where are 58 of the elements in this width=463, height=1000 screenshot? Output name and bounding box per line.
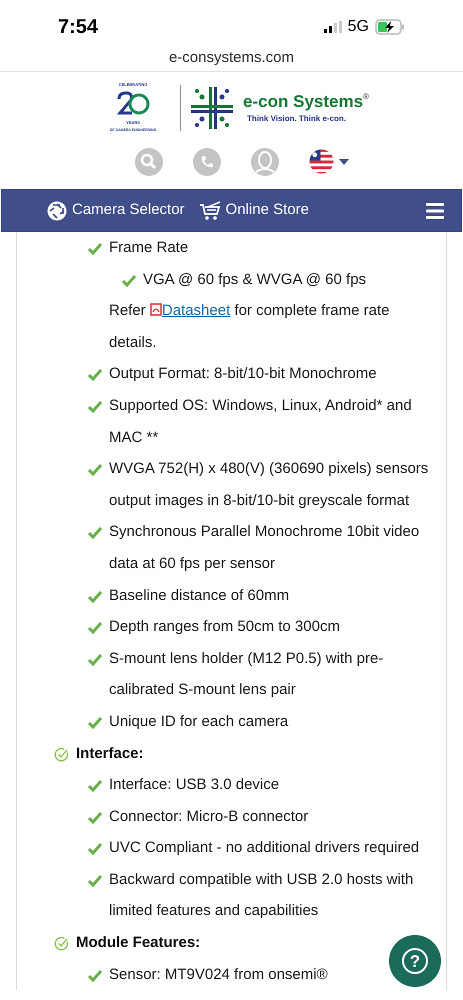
check-icon bbox=[88, 527, 102, 540]
check-icon bbox=[88, 780, 102, 792]
nav-link[interactable]: Online Store bbox=[198, 199, 309, 222]
check-circle-icon bbox=[54, 746, 69, 762]
clock-time: 7:54 bbox=[58, 14, 98, 40]
pdf-icon bbox=[150, 303, 162, 316]
check-icon bbox=[88, 716, 102, 729]
check-icon bbox=[88, 812, 102, 824]
signal-icon bbox=[324, 20, 342, 32]
caret-icon bbox=[338, 158, 348, 164]
feature-text: Backward compatible with USB 2.0 hosts with limited features and capabilities bbox=[109, 870, 414, 922]
cart-icon bbox=[198, 200, 221, 220]
check-icon bbox=[88, 843, 102, 856]
check-icon bbox=[88, 369, 102, 382]
feature-text: Output Format: 8-bit/10-bit Monochrome bbox=[109, 364, 377, 384]
help-button[interactable]: ? bbox=[389, 935, 441, 987]
brand-tagline: Think Vision. Think e-con. bbox=[246, 112, 348, 125]
search-icon[interactable] bbox=[134, 148, 162, 176]
check-icon bbox=[88, 590, 102, 603]
feature-text: Baseline distance of 60mm bbox=[109, 586, 290, 606]
check-circle-icon bbox=[54, 936, 69, 952]
network-label: 5G bbox=[348, 16, 369, 36]
section-heading: Module Features: bbox=[76, 933, 200, 954]
flag-icon bbox=[308, 149, 334, 174]
nav-link[interactable]: Camera Selector bbox=[47, 199, 185, 222]
feature-text: Depth ranges from 50cm to 300cm bbox=[109, 617, 340, 638]
check-icon bbox=[88, 874, 102, 887]
twenty-icon bbox=[116, 91, 150, 118]
feature-text: S-mount lens holder (M12 P0.5) with pre-calibrated S-mount lens pair bbox=[109, 648, 384, 700]
user-icon[interactable] bbox=[250, 148, 278, 176]
feature-text: VGA @ 60 fps & WVGA @ 60 fps bbox=[143, 270, 366, 290]
brand-name: e-con Systems bbox=[243, 91, 364, 113]
check-icon bbox=[88, 400, 102, 413]
note-text: Refer Datasheet for complete frame rate details. bbox=[109, 301, 390, 353]
menu-icon[interactable] bbox=[426, 202, 444, 218]
url-text[interactable]: e-consystems.com bbox=[168, 46, 294, 70]
language-dropdown[interactable] bbox=[308, 149, 348, 174]
feature-text: Supported OS: Windows, Linux, Android* and MAC ** bbox=[109, 396, 413, 448]
phone-icon[interactable] bbox=[192, 148, 220, 176]
check-icon bbox=[88, 464, 102, 476]
check-icon bbox=[88, 622, 102, 634]
feature-text: Sensor: MT9V024 from onsemi® bbox=[109, 964, 328, 985]
feature-text: WVGA 752(H) x 480(V) (360690 pixels) sensors output images in 8-bit/10-bit greyscale format bbox=[109, 459, 430, 511]
check-icon bbox=[88, 654, 102, 666]
brand-mark-icon bbox=[189, 85, 236, 131]
datasheet-link[interactable]: Datasheet bbox=[162, 302, 230, 320]
check-icon bbox=[88, 243, 102, 255]
check-icon bbox=[88, 970, 102, 982]
section-heading: Interface: bbox=[76, 744, 144, 764]
check-icon bbox=[122, 274, 136, 287]
feature-text: Connector: Micro-B connector bbox=[109, 806, 308, 827]
battery-charging-icon bbox=[375, 18, 405, 34]
feature-text: Interface: USB 3.0 device bbox=[109, 775, 280, 796]
feature-text: Unique ID for each camera bbox=[109, 712, 288, 732]
feature-text: UVC Compliant - no additional drivers required bbox=[109, 838, 420, 858]
registered-mark: ® bbox=[363, 91, 369, 104]
feature-text: Frame Rate bbox=[109, 238, 188, 258]
feature-text: Synchronous Parallel Monochrome 10bit video data at 60 fps per sensor bbox=[109, 522, 420, 574]
